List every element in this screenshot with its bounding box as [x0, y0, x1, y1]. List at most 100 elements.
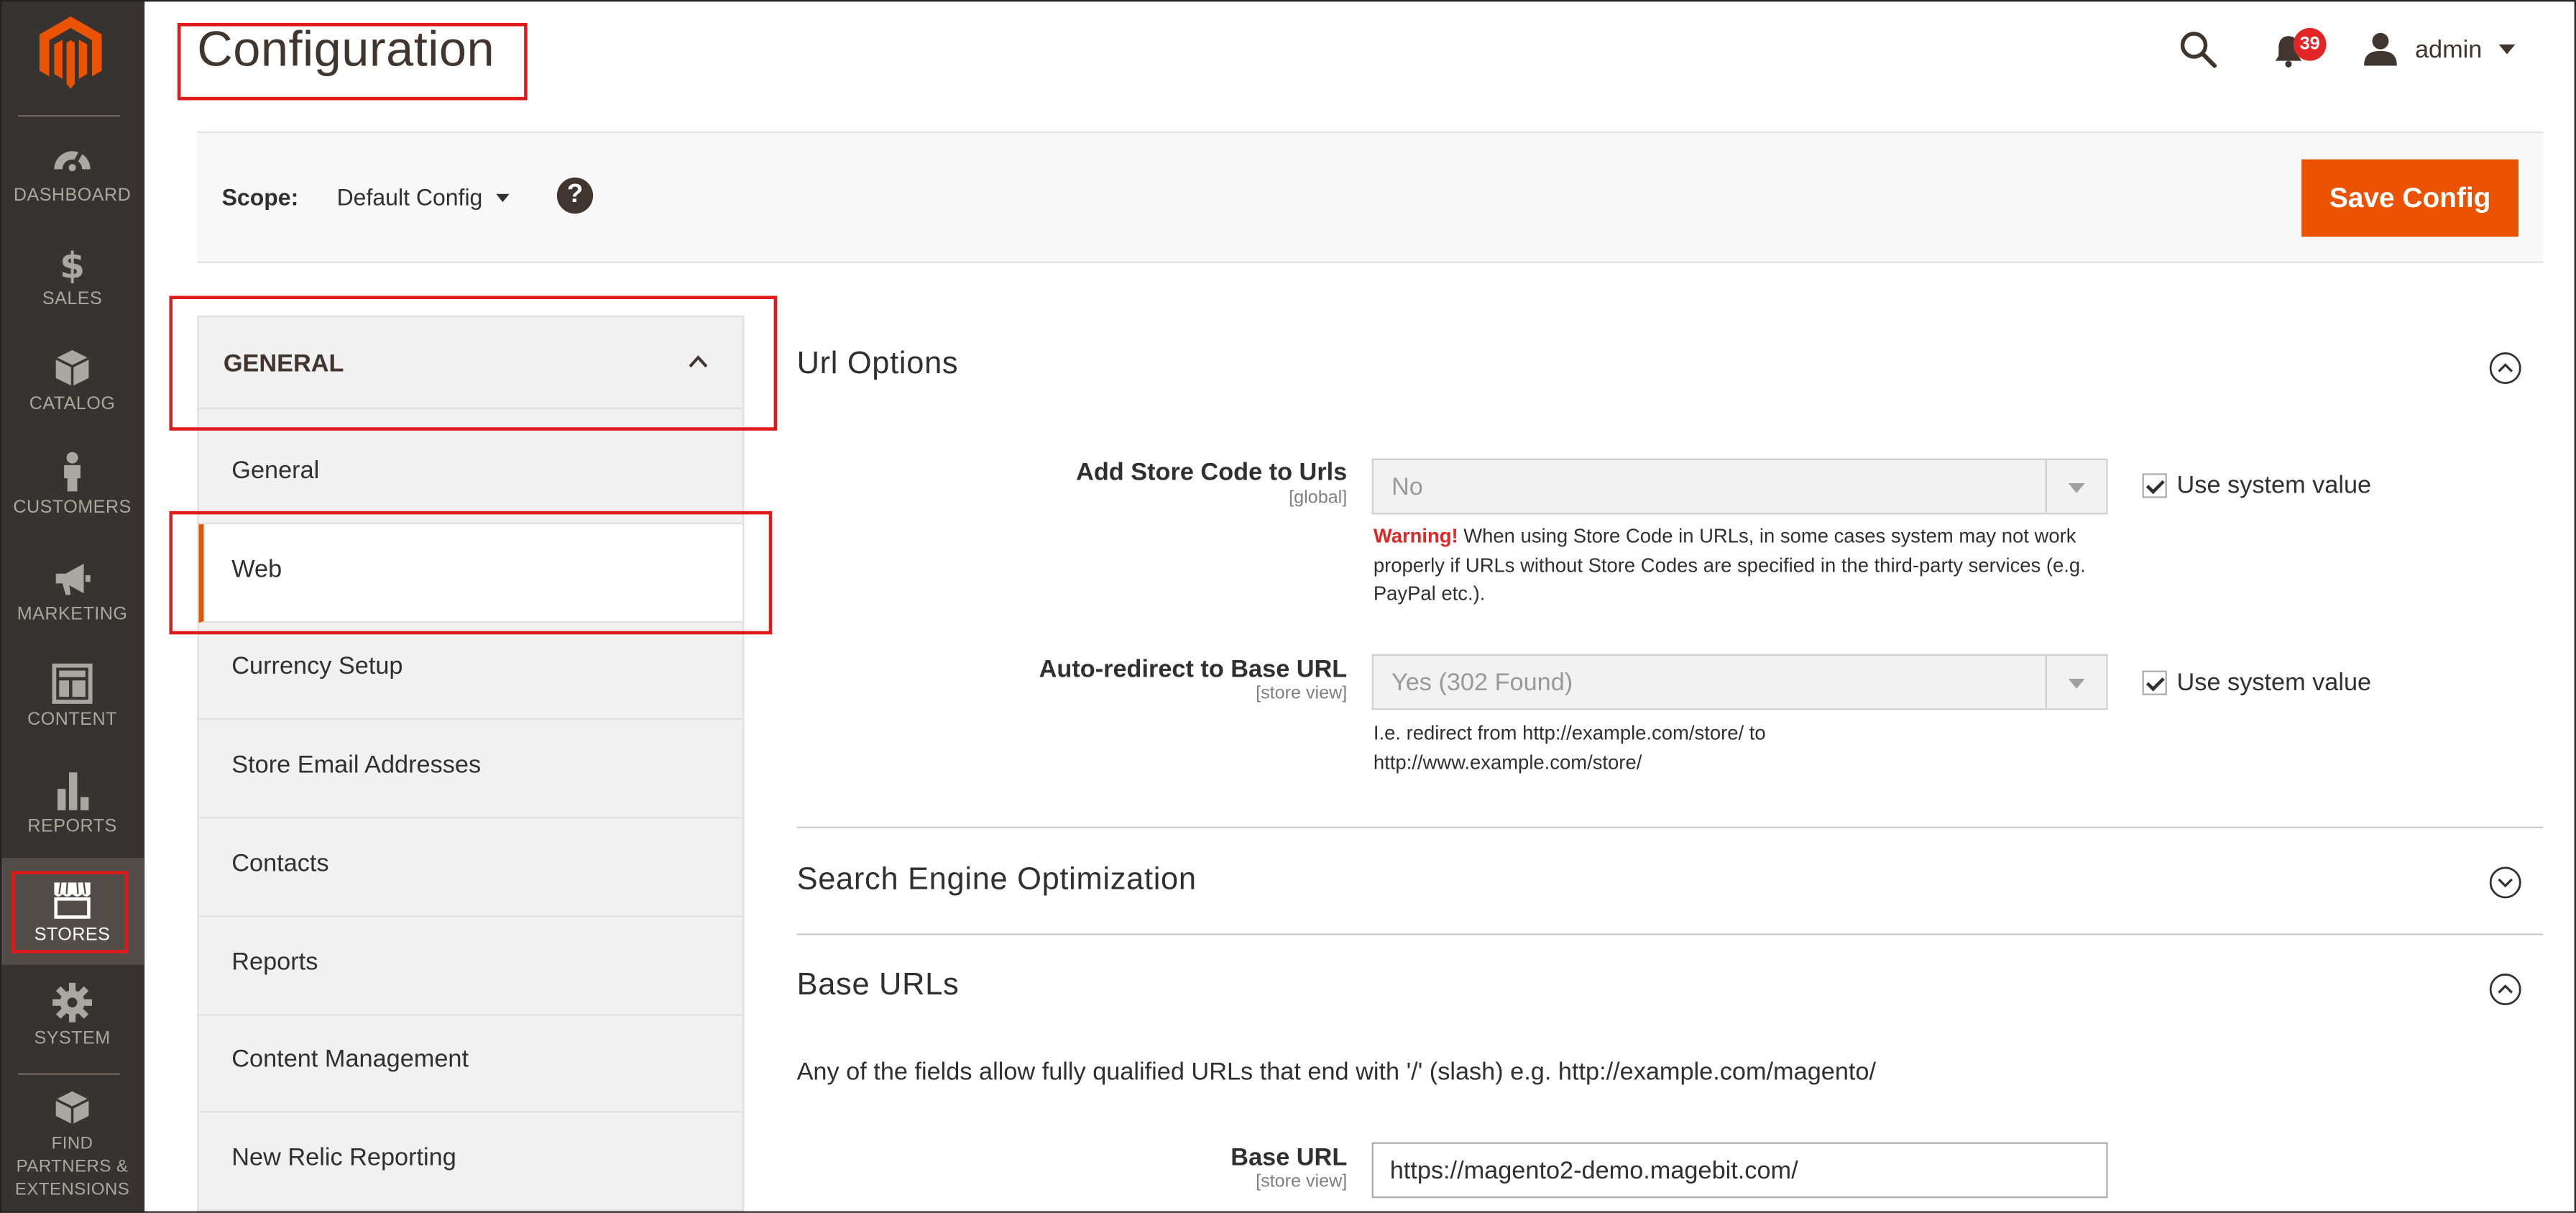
tab-contacts[interactable]: Contacts — [198, 818, 743, 917]
nav-item-catalog[interactable]: CATALOG — [0, 347, 144, 452]
use-system-label: Use system value — [2176, 669, 2372, 697]
chevron-down-icon — [2045, 655, 2107, 709]
base-url-label: Base URL — [1230, 1143, 1348, 1172]
nav-item-customers[interactable]: CUSTOMERS — [0, 450, 144, 555]
tab-reports[interactable]: Reports — [198, 917, 743, 1016]
nav-label: SALES — [42, 289, 103, 309]
chevron-down-icon — [2045, 459, 2107, 513]
base-url-scope: [store view] — [1256, 1171, 1348, 1192]
checkbox-checked-icon — [2142, 670, 2167, 695]
tab-new-relic-reporting[interactable]: New Relic Reporting — [198, 1112, 743, 1212]
auto-redirect-use-system-checkbox[interactable]: Use system value — [2142, 669, 2372, 697]
svg-text:$: $ — [60, 244, 85, 284]
checkbox-checked-icon — [2142, 473, 2167, 498]
box-icon — [55, 349, 90, 387]
add-store-code-label: Add Store Code to Urls — [1076, 458, 1348, 487]
tab-store-email-addresses[interactable]: Store Email Addresses — [198, 720, 743, 819]
tab-label: Currency Setup — [231, 652, 403, 681]
auto-redirect-scope: [store view] — [1256, 683, 1348, 704]
page-title: Configuration — [197, 22, 495, 78]
nav-label: CUSTOMERS — [13, 498, 132, 518]
nav-label: SYSTEM — [34, 1028, 111, 1049]
auto-redirect-label: Auto-redirect to Base URL — [1039, 655, 1348, 684]
admin-menu: DASHBOARD $ SALES CATALOG CUSTOMERS MARK… — [0, 0, 145, 1213]
config-tabs: GENERAL General Web Currency Setup Store… — [197, 315, 745, 1213]
tab-group-title: GENERAL — [223, 349, 344, 378]
collapse-icon — [2489, 974, 2521, 1005]
nav-item-dashboard[interactable]: DASHBOARD — [0, 138, 144, 243]
store-code-warning-note: Warning! When using Store Code in URLs, … — [1374, 523, 2097, 609]
nav-item-content[interactable]: CONTENT — [0, 662, 144, 767]
user-icon — [2364, 32, 2397, 66]
magento-logo[interactable] — [39, 16, 102, 89]
section-title: Search Engine Optimization — [796, 862, 1197, 897]
nav-label: CONTENT — [27, 710, 117, 730]
tab-general[interactable]: General — [198, 426, 743, 525]
warning-label: Warning! — [1373, 524, 1458, 548]
nav-divider — [18, 1073, 120, 1075]
add-store-code-scope: [global] — [1289, 488, 1348, 508]
tab-group-general[interactable]: GENERAL — [198, 317, 743, 410]
dollar-icon: $ — [60, 244, 85, 284]
search-icon[interactable] — [2179, 29, 2218, 69]
nav-item-find-partners[interactable]: FIND PARTNERS & EXTENSIONS — [0, 1088, 144, 1203]
section-base-urls-header[interactable]: Base URLs — [797, 968, 2544, 1017]
expand-icon — [2489, 866, 2521, 899]
scope-bar: Scope: Default Config ? Save Config — [197, 131, 2544, 263]
nav-label: DASHBOARD — [13, 186, 132, 206]
tab-label: General — [231, 457, 320, 485]
base-url-input[interactable] — [1371, 1142, 2108, 1199]
nav-item-marketing[interactable]: MARKETING — [0, 557, 144, 662]
add-store-code-use-system-checkbox[interactable]: Use system value — [2142, 471, 2372, 500]
tab-currency-setup[interactable]: Currency Setup — [198, 621, 743, 720]
app-window: DASHBOARD $ SALES CATALOG CUSTOMERS MARK… — [0, 0, 2576, 1213]
chevron-up-icon — [689, 355, 708, 368]
section-url-options-header[interactable]: Url Options — [797, 347, 2544, 396]
person-icon — [64, 452, 80, 492]
admin-username: admin — [2414, 35, 2483, 63]
auto-redirect-select[interactable]: Yes (302 Found) — [1371, 654, 2108, 710]
megaphone-icon — [55, 563, 91, 595]
section-divider — [796, 826, 2544, 828]
nav-item-system[interactable]: SYSTEM — [0, 981, 144, 1086]
tab-label: Web — [231, 555, 282, 584]
scope-label: Scope: — [221, 183, 299, 211]
tab-web[interactable]: Web — [198, 524, 743, 623]
nav-item-sales[interactable]: $ SALES — [0, 242, 144, 347]
collapse-icon — [2489, 352, 2521, 384]
scope-switcher[interactable]: Default Config — [337, 184, 509, 211]
help-icon[interactable]: ? — [556, 177, 594, 214]
nav-item-stores[interactable]: STORES — [0, 858, 145, 965]
select-value: Yes (302 Found) — [1391, 669, 1573, 697]
notifications-count-badge[interactable]: 39 — [2293, 27, 2327, 61]
dashboard-icon — [54, 151, 91, 172]
tab-label: Store Email Addresses — [231, 751, 482, 779]
select-value: No — [1391, 473, 1423, 502]
section-seo-header[interactable]: Search Engine Optimization — [797, 863, 2544, 912]
layout-icon — [52, 663, 93, 704]
auto-redirect-note: I.e. redirect from http://example.com/st… — [1373, 721, 1766, 774]
admin-user-menu[interactable]: admin — [2363, 27, 2516, 73]
nav-label: REPORTS — [27, 816, 117, 837]
bar-chart-icon — [57, 772, 89, 810]
chevron-down-icon — [2498, 44, 2516, 55]
storefront-icon — [54, 882, 91, 919]
tab-label: Contacts — [231, 849, 329, 878]
nav-label: FIND PARTNERS & EXTENSIONS — [14, 1134, 130, 1200]
section-title: Base URLs — [796, 968, 960, 1003]
tab-content-management[interactable]: Content Management — [198, 1014, 743, 1113]
chevron-down-icon — [495, 193, 509, 201]
tab-label: New Relic Reporting — [231, 1143, 456, 1172]
scope-value: Default Config — [336, 183, 483, 211]
nav-label: MARKETING — [17, 605, 128, 625]
add-store-code-select[interactable]: No — [1371, 458, 2108, 515]
warning-text: When using Store Code in URLs, in some c… — [1373, 524, 2086, 605]
extensions-icon — [55, 1091, 90, 1125]
base-urls-description: Any of the fields allow fully qualified … — [796, 1058, 1877, 1086]
save-config-button[interactable]: Save Config — [2301, 159, 2518, 237]
use-system-label: Use system value — [2176, 471, 2372, 500]
tab-label: Reports — [231, 948, 318, 976]
section-divider — [796, 933, 2544, 935]
nav-label: CATALOG — [29, 394, 116, 414]
section-title: Url Options — [796, 347, 959, 382]
